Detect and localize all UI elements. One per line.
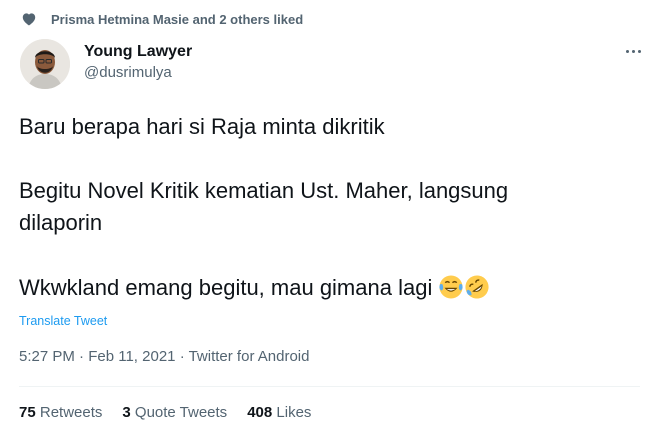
retweets-count: 75: [19, 404, 36, 421]
tweet-text-line: Begitu Novel Kritik kematian Ust. Maher,…: [19, 178, 509, 203]
likes-label: Likes: [276, 404, 312, 421]
tweet-stats: 75 Retweets 3 Quote Tweets 408 Likes: [19, 404, 331, 421]
retweets-stat[interactable]: 75 Retweets: [19, 404, 102, 421]
tweet-text-line: Wkwkland emang begitu, mau gimana lagi: [19, 275, 433, 300]
more-options-icon[interactable]: [620, 42, 646, 60]
tweet-text-line: Baru berapa hari si Raja minta dikritik: [19, 114, 385, 139]
quotes-label: Quote Tweets: [134, 404, 228, 421]
liked-heart-icon: [21, 9, 37, 29]
social-context-text[interactable]: Prisma Hetmina Masie and 2 others liked: [51, 12, 303, 27]
retweets-label: Retweets: [39, 404, 103, 421]
tweet-meta: 5:27 PM · Feb 11, 2021 · Twitter for And…: [19, 348, 309, 365]
avatar[interactable]: [20, 39, 70, 89]
meta-separator: ·: [179, 348, 185, 365]
tweet-date[interactable]: Feb 11, 2021: [88, 348, 175, 365]
meta-separator: ·: [79, 348, 85, 365]
rolling-on-the-floor-laughing-icon: [465, 275, 490, 299]
author-display-name[interactable]: Young Lawyer: [84, 43, 192, 61]
quotes-count: 3: [122, 404, 131, 421]
translate-tweet-link[interactable]: Translate Tweet: [19, 314, 107, 328]
face-with-tears-of-joy-icon: [439, 275, 464, 299]
divider: [19, 386, 640, 387]
tweet-source[interactable]: Twitter for Android: [189, 348, 310, 365]
author-username[interactable]: @dusrimulya: [84, 64, 172, 81]
tweet-time[interactable]: 5:27 PM: [19, 348, 75, 365]
likes-count: 408: [247, 404, 273, 421]
likes-stat[interactable]: 408 Likes: [247, 404, 311, 421]
quote-tweets-stat[interactable]: 3 Quote Tweets: [122, 404, 227, 421]
tweet-text-line-last: Wkwkland emang begitu, mau gimana lagi: [19, 274, 490, 302]
tweet-text-line: dilaporin: [19, 210, 103, 235]
